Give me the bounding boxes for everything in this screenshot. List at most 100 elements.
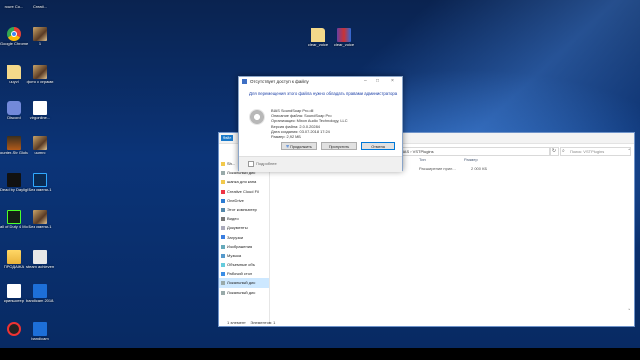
desktop-icon-uumrc[interactable]: uumrc [26,136,54,155]
file-icon [311,28,325,42]
desktop-icon-label: bandicam 2018-07-03... [26,298,54,303]
desktop-icon-label: clear_voice [333,42,355,47]
desktop-icon-label: Без имени-1 [28,187,52,192]
details-expand-icon[interactable] [248,161,254,167]
desktop-icon-label: Google Chrome [0,41,28,46]
desktop-icon-label: bandicam [31,336,49,341]
dialog-title: Отсутствует доступ к файлу [250,79,309,84]
desktop-icon-creati[interactable]: Creati... [26,4,54,9]
tab-file[interactable]: Файл [221,135,233,141]
dialog-titlebar[interactable]: Отсутствует доступ к файлу – □ × [239,77,402,86]
nav-item-label: Локальный дис [227,280,256,286]
file-row[interactable]: Расширение прил... 2 000 КБ [399,166,599,172]
file-details: BIAS SoundSoap Pro.dll Описание файла: S… [271,108,348,139]
call-of-duty-icon [7,210,21,224]
access-denied-dialog[interactable]: Отсутствует доступ к файлу – □ × Для пер… [238,76,403,172]
photo-icon [33,136,47,150]
desktop-icon-foto[interactable]: фото с играми [26,65,54,84]
vertical-scrollbar[interactable]: ˄ ˅ [627,145,632,315]
nav-item-label: Sh... [227,161,236,166]
nav-item-label: Документы [227,225,248,231]
chrome-icon [7,27,21,41]
desktop-icon-label: 1 [38,41,42,46]
desktop: rcure Co... Creati... Google Chrome 1 uu… [0,0,640,348]
desktop-folder-icon [221,272,225,277]
desktop-icon-dead-by-daylight[interactable]: Dead by Daylight [0,173,28,192]
drive-icon [221,290,225,295]
nav-item[interactable]: Creative Cloud Fil [219,187,269,196]
nav-item[interactable]: Загрузки [219,233,269,242]
navigation-pane: Sh... Локальный дис шапка для кана Creat… [219,159,270,324]
folder-icon [221,161,225,166]
desktop-icon-rcure[interactable]: rcure Co... [0,4,28,9]
nav-item[interactable]: Объемные объ [219,260,269,269]
svg-text:˅: ˅ [628,308,631,315]
desktop-icon-screenshoter[interactable]: криншотер [0,284,28,303]
desktop-icon-record[interactable] [0,322,28,336]
nav-item[interactable]: Музыка [219,251,269,260]
desktop-icon-discord[interactable]: Discord [0,101,28,120]
desktop-icon-label: фото с играми [26,79,54,84]
nav-item[interactable]: шапка для кана [219,177,269,186]
dll-file-icon [249,109,265,125]
nav-item[interactable]: Видео [219,214,269,223]
file-size: Размер: 2,92 МБ [271,134,301,140]
desktop-icon-clear-voice-rar[interactable]: clear_voice [330,28,358,47]
file-size: 2 000 КБ [471,166,488,171]
desktop-icon-label: ounter-Str Global Offe... [0,150,28,155]
taskbar [0,348,640,360]
column-header-size[interactable]: Размер [464,157,478,162]
nav-item-label: Объемные объ [227,262,256,268]
minimize-icon[interactable]: – [364,78,367,84]
file-type: Расширение прил... [419,166,456,171]
desktop-icon-label: virgonline... [29,115,51,120]
maximize-icon[interactable]: □ [376,78,379,84]
record-icon [7,322,21,336]
discord-icon [7,101,21,115]
close-icon[interactable]: × [391,78,394,84]
creative-cloud-icon [221,189,225,194]
status-item-count: 1 элемент [227,320,246,325]
nav-item[interactable]: Документы [219,223,269,232]
cancel-button[interactable]: Отмена [361,142,395,150]
desktop-icon-counter-strike[interactable]: ounter-Str Global Offe... [0,136,28,155]
more-details-link[interactable]: Подробнее [256,161,277,166]
search-input[interactable]: Поиск: VSTPlugins [560,147,631,156]
nav-item[interactable]: Локальный дис [219,288,269,297]
svg-text:˄: ˄ [628,148,631,155]
desktop-icon-virgonline[interactable]: virgonline... [26,101,54,120]
continue-button[interactable]: ⛨ Продолжить [281,142,317,150]
desktop-icon-label: steam achieveme... [26,264,54,269]
onedrive-icon [221,198,225,203]
bandicam-icon [33,284,47,298]
nav-item-selected[interactable]: Локальный дис [219,278,269,288]
continue-button-label: Продолжить [290,145,312,149]
file-icon [7,65,21,79]
column-header-type[interactable]: Тип [419,157,426,162]
nav-item[interactable]: Рабочий стол [219,269,269,278]
nav-item-label: Этот компьютер [227,206,257,212]
address-bar[interactable]: BIAS › VSTPlugins [395,147,551,156]
desktop-icon-uuyvi[interactable]: uuyvi [0,65,28,84]
nav-item[interactable]: Этот компьютер [219,205,269,214]
desktop-icon-label: Dead by Daylight [0,187,28,192]
desktop-icon-chrome[interactable]: Google Chrome [0,27,28,46]
desktop-icon-1[interactable]: 1 [26,27,54,46]
skip-button[interactable]: Пропустить [321,142,357,150]
desktop-icon-bandicam-2[interactable]: bandicam [26,322,54,341]
nav-item[interactable]: Изображения [219,242,269,251]
pictures-icon [221,244,225,249]
desktop-icon-call-of-duty[interactable]: all of Duty 4 Modern Wa... [0,210,28,229]
drive-icon [221,281,225,286]
desktop-icon-clear-voice[interactable]: clear_voice [304,28,332,47]
desktop-icon-steam[interactable]: steam achieveme... [26,250,54,269]
desktop-icon-bez-imeni[interactable]: Без имени-1 [26,173,54,192]
column-headers: Тип Размер [399,157,599,163]
status-bar: 1 элемент Элементов: 1 [227,320,275,325]
nav-item[interactable]: OneDrive [219,196,269,205]
desktop-icon-bez-imeni-2[interactable]: Без имени-1 [26,210,54,229]
nav-item-label: Загрузки [227,234,244,240]
refresh-icon[interactable]: ↻ [549,147,559,156]
desktop-icon-prodazha[interactable]: ПРОДАЖА [0,250,28,269]
desktop-icon-bandicam[interactable]: bandicam 2018-07-03... [26,284,54,303]
